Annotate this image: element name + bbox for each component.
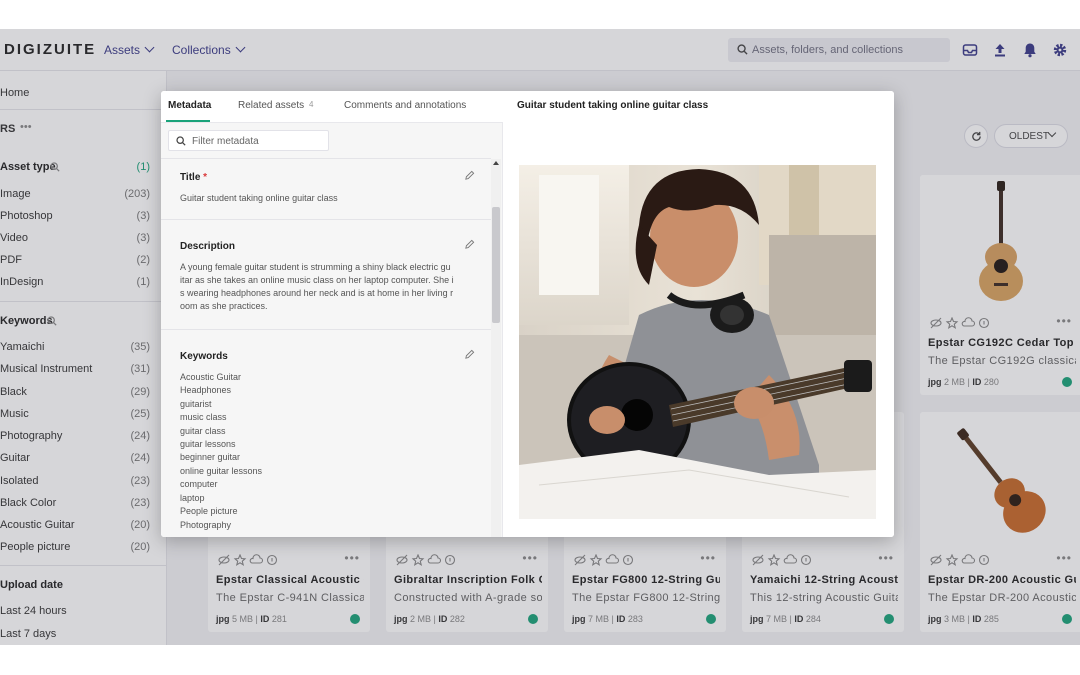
- edit-pencil-icon[interactable]: [464, 239, 475, 250]
- description-line: oom as she practices.: [180, 301, 268, 311]
- preview-pane: Guitar student taking online guitar clas…: [504, 91, 894, 537]
- divider: [161, 158, 491, 159]
- keyword-item: guitar class: [180, 426, 226, 436]
- preview-title: Guitar student taking online guitar clas…: [517, 100, 709, 111]
- metadata-pane: Metadata Related assets 4 Comments and a…: [161, 91, 503, 537]
- active-tab-indicator: [166, 120, 210, 122]
- keyword-item: guitarist: [180, 399, 212, 409]
- keyword-item: beginner guitar: [180, 452, 241, 462]
- metadata-scrollbar[interactable]: [491, 159, 501, 537]
- keyword-item: music class: [180, 412, 227, 422]
- divider: [161, 329, 491, 330]
- guitar-student-photo: [519, 165, 876, 519]
- keyword-item: online guitar lessons: [180, 466, 263, 476]
- scrollbar-thumb[interactable]: [492, 207, 500, 323]
- edit-pencil-icon[interactable]: [464, 349, 475, 360]
- divider: [161, 219, 491, 220]
- tab-comments-annotations[interactable]: Comments and annotations: [344, 100, 466, 111]
- keyword-item: computer: [180, 479, 218, 489]
- field-value-title[interactable]: Guitar student taking online guitar clas…: [180, 192, 480, 205]
- tab-related-assets[interactable]: Related assets: [238, 100, 304, 111]
- related-assets-count-badge: 4: [309, 100, 314, 109]
- description-line: A young female guitar student is strummi…: [180, 262, 451, 272]
- scroll-up-arrow-icon[interactable]: [493, 161, 499, 165]
- keyword-item: Headphones: [180, 385, 232, 395]
- required-mark: *: [203, 172, 208, 183]
- field-value-description[interactable]: A young female guitar student is strummi…: [180, 261, 480, 313]
- keyword-item: laptop: [180, 493, 205, 503]
- asset-preview-image[interactable]: [519, 165, 876, 519]
- tab-metadata[interactable]: Metadata: [168, 100, 211, 111]
- keyword-item: People picture: [180, 506, 238, 516]
- filter-placeholder: Filter metadata: [192, 136, 259, 147]
- asset-details-modal: Metadata Related assets 4 Comments and a…: [161, 91, 894, 537]
- field-label-title-text: Title: [180, 172, 201, 183]
- field-label-keywords: Keywords: [180, 351, 228, 362]
- filter-metadata-input[interactable]: Filter metadata: [168, 130, 329, 151]
- field-label-description: Description: [180, 241, 236, 252]
- app-window: DIGIZUITE Assets Collections Assets, fol…: [0, 29, 1080, 645]
- modal-tabs: Metadata Related assets 4 Comments and a…: [161, 91, 503, 123]
- search-icon: [176, 136, 186, 146]
- keyword-item: Acoustic Guitar: [180, 372, 242, 382]
- description-line: s wearing headphones around her neck and…: [180, 288, 454, 298]
- edit-pencil-icon[interactable]: [464, 170, 475, 181]
- field-label-title: Title *: [180, 172, 207, 183]
- keyword-item: guitar lessons: [180, 439, 236, 449]
- description-line: itar as she takes an online music class …: [180, 275, 454, 285]
- keyword-item: Photography: [180, 520, 232, 530]
